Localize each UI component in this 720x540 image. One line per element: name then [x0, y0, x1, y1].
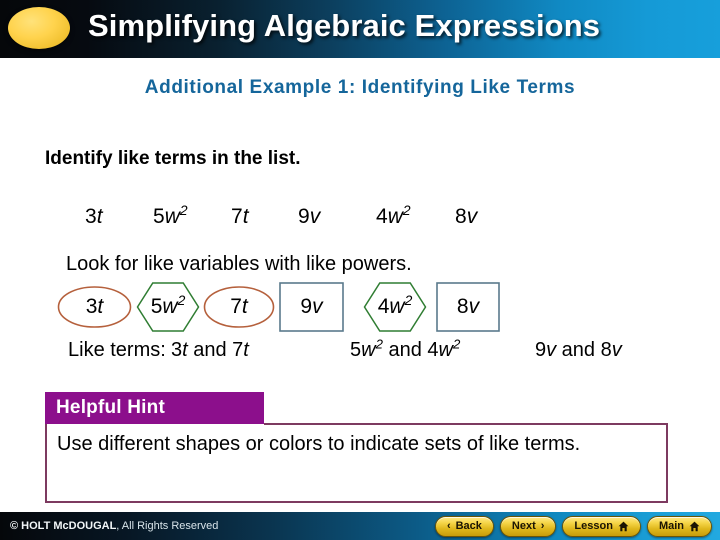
shaped-term-6-variable: v — [468, 295, 480, 318]
shaped-term-2: 5w2 — [136, 281, 200, 333]
shaped-term-2-label: 5w2 — [150, 292, 186, 319]
home-icon — [618, 521, 629, 532]
term-1-coefficient: 3 — [85, 205, 97, 228]
shaped-term-1-variable: t — [97, 295, 104, 318]
like-group-2-b-coefficient: 4 — [427, 339, 439, 361]
term-2-variable: w — [164, 205, 180, 228]
shaped-term-4-coefficient: 9 — [300, 295, 313, 318]
lesson-button[interactable]: Lesson — [562, 515, 641, 537]
shaped-term-5-coefficient: 4 — [377, 295, 390, 318]
shaped-term-4-label: 9v — [300, 295, 322, 319]
like-terms-group-1: 3t and 7t — [171, 339, 249, 362]
footer-bar: © HOLT McDOUGAL, All Rights Reserved ‹ Ba… — [0, 512, 720, 540]
like-group-3-conjunction: and — [556, 339, 601, 361]
term-4-coefficient: 9 — [298, 205, 310, 228]
shaped-term-6-coefficient: 8 — [456, 295, 469, 318]
like-group-2-b-variable: w — [438, 339, 453, 361]
shaped-term-5-variable: w — [389, 295, 405, 318]
like-group-1-b-variable: t — [243, 339, 249, 361]
helpful-hint-header: Helpful Hint — [45, 392, 264, 424]
footer-nav-buttons: ‹ Back Next › Lesson Main — [434, 515, 712, 537]
shaped-term-6-label: 8v — [457, 295, 479, 319]
shaped-term-3-coefficient: 7 — [230, 295, 242, 318]
shaped-term-4-variable: v — [312, 295, 323, 318]
like-terms-group-2: 5w2 and 4w2 — [350, 336, 461, 362]
example-subtitle: Additional Example 1: Identifying Like T… — [144, 77, 576, 98]
like-group-1-a-coefficient: 3 — [171, 339, 183, 361]
shaped-term-1-label: 3t — [86, 295, 104, 319]
like-group-2-conjunction: and — [382, 339, 428, 361]
term-2: 5w2 — [153, 202, 188, 229]
slide-root: Simplifying Algebraic Expressions Additi… — [0, 0, 720, 540]
shaped-term-2-coefficient: 5 — [150, 295, 163, 318]
term-1: 3t — [85, 205, 103, 229]
term-4: 9v — [298, 205, 320, 229]
page-title: Simplifying Algebraic Expressions — [88, 8, 601, 43]
shaped-term-4: 9v — [279, 281, 344, 333]
term-5-variable: w — [387, 205, 403, 228]
term-5: 4w2 — [376, 202, 411, 229]
lesson-button-label: Lesson — [574, 520, 613, 532]
term-2-coefficient: 5 — [153, 205, 165, 228]
term-6-variable: v — [466, 205, 478, 228]
term-6: 8v — [455, 205, 477, 229]
term-6-coefficient: 8 — [455, 205, 467, 228]
shaped-term-5-label: 4w2 — [377, 292, 413, 319]
home-icon — [689, 521, 700, 532]
shaped-term-3-variable: t — [241, 295, 248, 318]
back-button-label: Back — [455, 520, 482, 532]
term-5-coefficient: 4 — [376, 205, 388, 228]
terms-row: 3t 5w2 7t 9v 4w2 8v — [75, 202, 635, 233]
shaped-term-3-label: 7t — [230, 295, 248, 319]
like-group-2-a-exponent: 2 — [375, 336, 383, 352]
copyright-text: © HOLT McDOUGAL, All Rights Reserved — [10, 520, 218, 532]
copyright-rest: , All Rights Reserved — [116, 520, 219, 532]
shaped-term-6: 8v — [436, 281, 500, 333]
like-group-3-b-variable: v — [611, 339, 622, 361]
helpful-hint-top-rule — [264, 423, 668, 425]
next-button-label: Next — [511, 520, 536, 532]
look-for-instruction: Look for like variables with like powers… — [66, 253, 412, 275]
term-5-exponent: 2 — [402, 202, 411, 218]
next-button[interactable]: Next › — [499, 515, 557, 537]
title-bar: Simplifying Algebraic Expressions — [0, 0, 720, 58]
term-2-exponent: 2 — [179, 202, 188, 218]
shaped-term-1: 3t — [57, 281, 132, 333]
chevron-right-icon: › — [540, 520, 545, 532]
like-group-2-b-exponent: 2 — [452, 336, 461, 352]
shaped-terms-row: 3t 5w2 7t 9v 4w2 8v — [0, 281, 720, 337]
copyright-brand: © HOLT McDOUGAL — [10, 520, 117, 532]
like-terms-label: Like terms: — [68, 339, 166, 361]
like-group-3-a-variable: v — [546, 339, 557, 361]
like-group-2-a-variable: w — [361, 339, 376, 361]
chevron-left-icon: ‹ — [446, 520, 451, 532]
like-group-1-b-coefficient: 7 — [232, 339, 244, 361]
prompt-text: Identify like terms in the list. — [45, 148, 301, 169]
yellow-ellipse-logo-icon — [8, 7, 70, 49]
like-group-2-a-coefficient: 5 — [350, 339, 362, 361]
like-group-3-b-coefficient: 8 — [600, 339, 612, 361]
term-3-coefficient: 7 — [231, 205, 243, 228]
main-button[interactable]: Main — [646, 515, 712, 537]
like-group-1-conjunction: and — [187, 339, 233, 361]
like-terms-group-3: 9v and 8v — [535, 339, 622, 362]
shaped-term-3: 7t — [203, 281, 275, 333]
shaped-term-2-variable: w — [162, 295, 178, 318]
helpful-hint-callout: Helpful Hint Use different shapes or col… — [45, 392, 668, 503]
term-4-variable: v — [309, 205, 321, 228]
like-terms-summary-row: Like terms: 3t and 7t 5w2 and 4w2 9v and 8v — [68, 336, 708, 367]
term-3: 7t — [231, 205, 249, 229]
main-button-label: Main — [658, 520, 684, 532]
helpful-hint-text: Use different shapes or colors to indica… — [57, 433, 581, 455]
term-3-variable: t — [242, 205, 249, 228]
back-button[interactable]: ‹ Back — [434, 515, 494, 537]
like-group-3-a-coefficient: 9 — [535, 339, 547, 361]
shaped-term-5-exponent: 2 — [404, 292, 413, 308]
shaped-term-5: 4w2 — [363, 281, 427, 333]
shaped-term-1-coefficient: 3 — [85, 295, 98, 318]
term-1-variable: t — [96, 205, 103, 228]
shaped-term-2-exponent: 2 — [177, 292, 186, 308]
